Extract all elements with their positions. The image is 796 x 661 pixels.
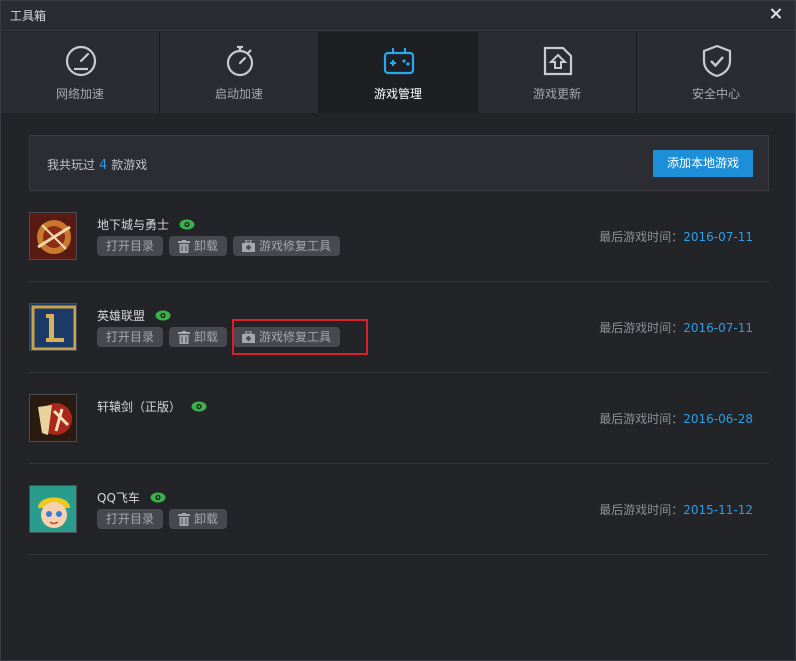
last-played-date: 2016-06-28 <box>683 412 753 426</box>
lol-game-icon[interactable] <box>29 303 77 351</box>
speedometer-icon <box>65 45 97 77</box>
open-directory-button[interactable]: 打开目录 <box>97 236 164 256</box>
toolbox-icon <box>242 240 256 252</box>
uninstall-button[interactable]: 卸载 <box>169 327 228 347</box>
gamepad-icon <box>383 48 415 75</box>
uninstall-label: 卸载 <box>194 239 219 253</box>
open-dir-label: 打开目录 <box>106 330 155 344</box>
last-played-label: 最后游戏时间： <box>599 412 684 426</box>
tab-game-update[interactable]: 游戏更新 <box>478 32 637 113</box>
tab-bar: 网络加速 启动加速 游戏管理 游戏更新 安全中心 <box>1 32 795 113</box>
last-played-date: 2016-07-11 <box>683 321 753 335</box>
repair-tool-highlight-box <box>232 319 368 355</box>
game-repair-tool-button[interactable]: 游戏修复工具 <box>233 236 341 256</box>
game-name: 英雄联盟 <box>97 309 146 323</box>
game-row-lol: 英雄联盟 打开目录 卸载 游戏修复工具 最后游戏时间：2016-07-11 <box>29 282 769 373</box>
window-title: 工具箱 <box>10 9 47 23</box>
tab-label: 启动加速 <box>214 87 263 101</box>
trash-icon <box>178 330 191 344</box>
update-folder-icon <box>543 46 573 76</box>
last-played-date: 2015-11-12 <box>683 503 753 517</box>
summary-prefix: 我共玩过 <box>47 158 96 172</box>
open-directory-button[interactable]: 打开目录 <box>97 509 164 529</box>
eye-icon[interactable] <box>179 219 195 230</box>
tab-game-management[interactable]: 游戏管理 <box>319 32 478 113</box>
last-played-label: 最后游戏时间： <box>599 503 684 517</box>
last-played-time: 最后游戏时间：2015-11-12 <box>599 501 753 518</box>
last-played-time: 最后游戏时间：2016-07-11 <box>599 319 753 336</box>
trash-icon <box>178 239 191 253</box>
tab-startup-acceleration[interactable]: 启动加速 <box>160 32 319 113</box>
last-played-label: 最后游戏时间： <box>599 230 684 244</box>
summary-suffix: 款游戏 <box>111 158 148 172</box>
games-count: 4 <box>99 158 108 173</box>
stopwatch-icon <box>226 45 254 77</box>
game-name: QQ飞车 <box>97 491 140 505</box>
last-played-time: 最后游戏时间：2016-07-11 <box>599 228 753 245</box>
tab-network-acceleration[interactable]: 网络加速 <box>1 32 160 113</box>
eye-icon[interactable] <box>150 492 166 503</box>
last-played-time: 最后游戏时间：2016-06-28 <box>599 410 753 427</box>
game-row-xuanyuan: 轩辕剑（正版） 最后游戏时间：2016-06-28 <box>29 373 769 464</box>
shield-check-icon <box>702 44 732 78</box>
trash-icon <box>178 512 191 526</box>
eye-icon[interactable] <box>155 310 171 321</box>
uninstall-label: 卸载 <box>194 330 219 344</box>
uninstall-label: 卸载 <box>194 512 219 526</box>
dnf-game-icon[interactable] <box>29 212 77 260</box>
close-icon[interactable] <box>767 5 785 23</box>
last-played-label: 最后游戏时间： <box>599 321 684 335</box>
tab-label: 游戏管理 <box>373 87 422 101</box>
qqspeed-game-icon[interactable] <box>29 485 77 533</box>
tab-label: 游戏更新 <box>532 87 581 101</box>
open-dir-label: 打开目录 <box>106 239 155 253</box>
title-bar: 工具箱 <box>1 1 795 31</box>
toolbox-window: 工具箱 网络加速 启动加速 游戏管理 游戏更新 安全中心 我共玩过 4 款游戏 … <box>0 0 796 661</box>
open-directory-button[interactable]: 打开目录 <box>97 327 164 347</box>
uninstall-button[interactable]: 卸载 <box>169 236 228 256</box>
games-played-text: 我共玩过 4 款游戏 <box>47 156 147 173</box>
games-summary-bar: 我共玩过 4 款游戏 添加本地游戏 <box>29 135 769 191</box>
game-name: 地下城与勇士 <box>97 218 170 232</box>
tab-security-center[interactable]: 安全中心 <box>637 32 795 113</box>
game-row-qqspeed: QQ飞车 打开目录 卸载 最后游戏时间：2015-11-12 <box>29 464 769 555</box>
game-row-dnf: 地下城与勇士 打开目录 卸载 游戏修复工具 最后游戏时间：2016-07-11 <box>29 191 769 282</box>
eye-icon[interactable] <box>191 401 207 412</box>
uninstall-button[interactable]: 卸载 <box>169 509 228 529</box>
add-local-game-button[interactable]: 添加本地游戏 <box>653 150 753 177</box>
open-dir-label: 打开目录 <box>106 512 155 526</box>
game-name: 轩辕剑（正版） <box>97 400 182 414</box>
tab-label: 安全中心 <box>691 87 740 101</box>
tab-label: 网络加速 <box>55 87 104 101</box>
last-played-date: 2016-07-11 <box>683 230 753 244</box>
xuanyuan-game-icon[interactable] <box>29 394 77 442</box>
repair-label: 游戏修复工具 <box>259 239 332 253</box>
